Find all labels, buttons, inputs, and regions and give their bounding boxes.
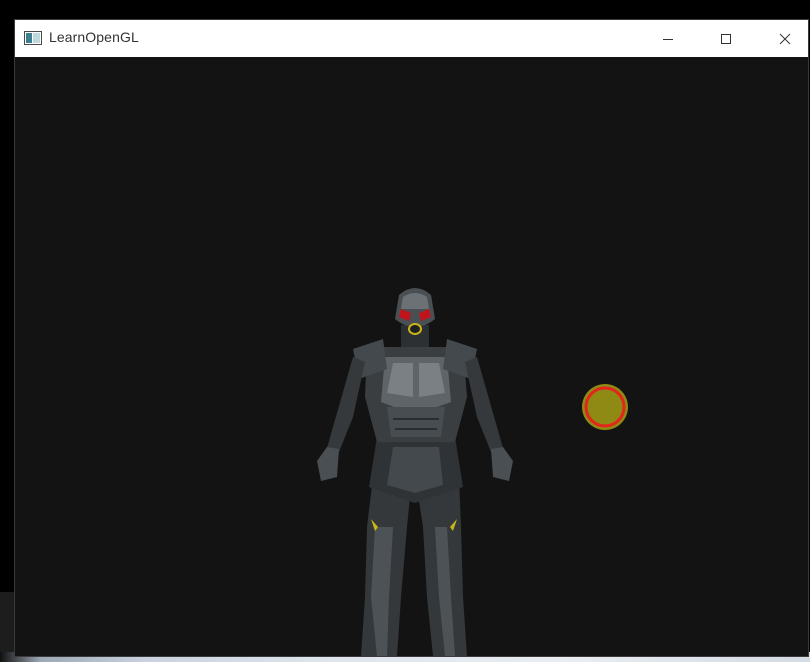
desktop: LearnOpenGL <box>0 0 810 662</box>
render-canvas <box>15 57 808 656</box>
close-button[interactable] <box>762 20 808 57</box>
window-title: LearnOpenGL <box>49 29 139 45</box>
opengl-viewport[interactable] <box>15 57 808 656</box>
app-window-icon <box>24 30 42 46</box>
desktop-background <box>0 592 15 654</box>
maximize-button[interactable] <box>703 20 749 57</box>
window-titlebar[interactable]: LearnOpenGL <box>15 20 808 57</box>
close-icon <box>779 33 791 44</box>
maximize-icon <box>721 33 731 44</box>
minimize-button[interactable] <box>645 20 691 57</box>
app-window: LearnOpenGL <box>15 20 808 656</box>
light-source-marker <box>582 384 628 430</box>
minimize-icon <box>663 38 673 40</box>
